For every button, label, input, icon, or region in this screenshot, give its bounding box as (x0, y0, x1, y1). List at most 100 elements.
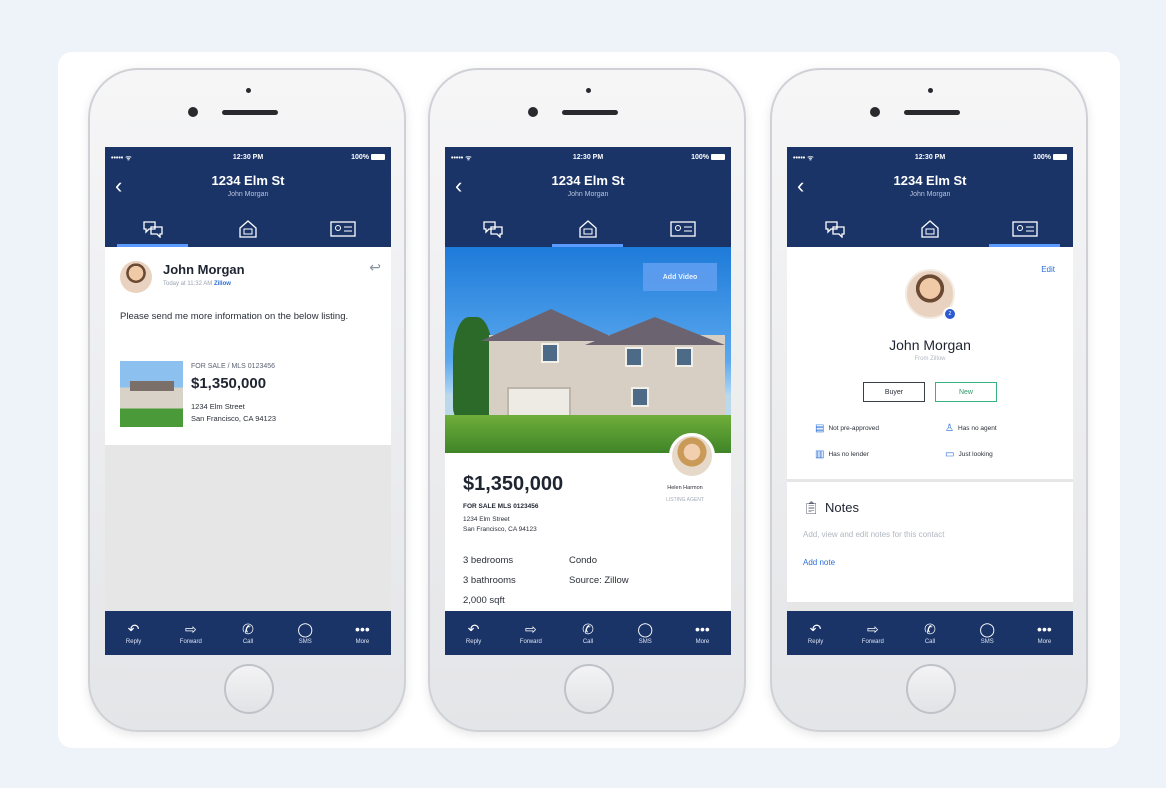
house-icon (238, 220, 257, 238)
tag-not-preapproved: ▤ Not pre-approved (815, 423, 880, 434)
listing-thumbnail[interactable] (120, 361, 183, 427)
reply-button[interactable]: ↶ Reply (105, 611, 162, 655)
person-icon: ♙ (945, 423, 954, 434)
status-bar: ••••• ᯤ 12:30 PM 100% (111, 154, 385, 164)
edit-button[interactable]: Edit (1041, 265, 1055, 274)
feature-bedrooms: 3 bedrooms (463, 555, 514, 566)
listing-price: $1,350,000 (463, 473, 564, 495)
earpiece-speaker (222, 110, 278, 115)
source-badge: Zillow (213, 281, 231, 287)
battery-indicator: 100% (1033, 154, 1067, 161)
sender-name: John Morgan (163, 262, 245, 277)
sms-button[interactable]: ◯ SMS (277, 611, 334, 655)
sms-icon: ◯ (637, 620, 654, 637)
page-subtitle: John Morgan (909, 191, 951, 198)
proximity-sensor (928, 88, 933, 93)
sms-button[interactable]: ◯ SMS (959, 611, 1016, 655)
house-icon (578, 220, 597, 238)
more-button[interactable]: ••• More (674, 611, 731, 655)
reply-icon: ↶ (809, 620, 822, 637)
notes-help-text: Add, view and edit notes for this contac… (803, 530, 945, 539)
screen: ••••• ᯤ 12:30 PM 100% ‹ 1234 Elm St John… (787, 147, 1073, 655)
forward-button[interactable]: ⇨ Forward (502, 611, 559, 655)
proximity-sensor (586, 88, 591, 93)
reply-icon: ↶ (127, 620, 140, 637)
nav-bar: ••••• ᯤ 12:30 PM 100% ‹ 1234 Elm St John… (787, 147, 1073, 247)
forward-button[interactable]: ⇨ Forward (162, 611, 219, 655)
home-button[interactable] (224, 664, 274, 714)
phone-icon: ✆ (924, 620, 936, 637)
zillow-badge-icon: z (943, 307, 957, 321)
tab-messages[interactable] (105, 211, 200, 247)
status-time: 12:30 PM (914, 154, 946, 161)
status-bar: ••••• ᯤ 12:30 PM 100% (451, 154, 725, 164)
status-bar: ••••• ᯤ 12:30 PM 100% (793, 154, 1067, 164)
tag-just-looking: ▭ Just looking (945, 449, 993, 460)
contact-card-icon (669, 221, 696, 237)
contact-type-pill[interactable]: Buyer (863, 382, 925, 402)
contact-stage-pill[interactable]: New (935, 382, 997, 402)
add-video-button[interactable]: Add Video (643, 263, 717, 291)
tab-listing[interactable] (540, 211, 635, 247)
chat-bubbles-icon (482, 221, 503, 238)
agent-avatar[interactable] (669, 433, 715, 479)
earpiece-speaker (904, 110, 960, 115)
call-button[interactable]: ✆ Call (901, 611, 958, 655)
feature-bathrooms: 3 bathrooms (463, 575, 516, 586)
bottom-toolbar: ↶ Reply ⇨ Forward ✆ Call ◯ SMS ••• More (787, 611, 1073, 655)
screen: ••••• ᯤ 12:30 PM 100% ‹ 1234 Elm St John… (105, 147, 391, 655)
sms-icon: ◯ (979, 620, 996, 637)
dollar-doc-icon: ▤ (815, 423, 825, 434)
sms-icon: ◯ (297, 620, 314, 637)
home-button[interactable] (564, 664, 614, 714)
forward-button[interactable]: ⇨ Forward (844, 611, 901, 655)
listing-price: $1,350,000 (191, 375, 267, 392)
page-title: 1234 Elm St (551, 173, 625, 188)
reply-button[interactable]: ↶ Reply (787, 611, 844, 655)
page-title: 1234 Elm St (211, 173, 285, 188)
tab-listing[interactable] (882, 211, 977, 247)
sms-button[interactable]: ◯ SMS (617, 611, 674, 655)
front-camera (188, 107, 198, 117)
front-camera (528, 107, 538, 117)
tab-listing[interactable] (200, 211, 295, 247)
bank-doc-icon: ▥ (815, 449, 825, 460)
listing-photo[interactable]: Add Video (445, 247, 731, 453)
home-button[interactable] (906, 664, 956, 714)
more-button[interactable]: ••• More (334, 611, 391, 655)
tab-contact[interactable] (977, 211, 1072, 247)
more-icon: ••• (1037, 620, 1052, 637)
forward-icon: ⇨ (184, 620, 197, 637)
call-button[interactable]: ✆ Call (559, 611, 616, 655)
battery-icon (711, 154, 725, 161)
call-button[interactable]: ✆ Call (219, 611, 276, 655)
tag-no-lender: ▥ Has no lender (815, 449, 869, 460)
tab-messages[interactable] (787, 211, 882, 247)
tab-contact[interactable] (635, 211, 730, 247)
tab-contact[interactable] (295, 211, 390, 247)
more-button[interactable]: ••• More (1016, 611, 1073, 655)
notes-title: Notes (825, 500, 859, 515)
message-card[interactable]: John Morgan Today at 11:32 AM Zillow ↩ P… (105, 247, 391, 445)
feature-sqft: 2,000 sqft (463, 595, 505, 606)
chat-bubbles-icon (824, 221, 845, 238)
clipboard-icon: 📋︎ (803, 500, 820, 515)
bottom-toolbar: ↶ Reply ⇨ Forward ✆ Call ◯ SMS ••• More (445, 611, 731, 655)
status-time: 12:30 PM (572, 154, 604, 161)
earpiece-speaker (562, 110, 618, 115)
tab-messages[interactable] (445, 211, 540, 247)
message-body: Please send me more information on the b… (120, 311, 349, 322)
reply-button[interactable]: ↶ Reply (445, 611, 502, 655)
more-icon: ••• (355, 620, 370, 637)
reply-icon[interactable]: ↩ (369, 259, 381, 276)
battery-icon (371, 154, 385, 161)
nav-bar: ••••• ᯤ 12:30 PM 100% ‹ 1234 Elm St John… (105, 147, 391, 247)
page-subtitle: John Morgan (567, 191, 609, 198)
add-note-link[interactable]: Add note (803, 558, 835, 567)
phone-contact: ••••• ᯤ 12:30 PM 100% ‹ 1234 Elm St John… (770, 68, 1088, 732)
tag-no-agent: ♙ Has no agent (945, 423, 997, 434)
proximity-sensor (246, 88, 251, 93)
laptop-icon: ▭ (945, 449, 955, 460)
nav-bar: ••••• ᯤ 12:30 PM 100% ‹ 1234 Elm St John… (445, 147, 731, 247)
tab-bar (787, 211, 1073, 247)
